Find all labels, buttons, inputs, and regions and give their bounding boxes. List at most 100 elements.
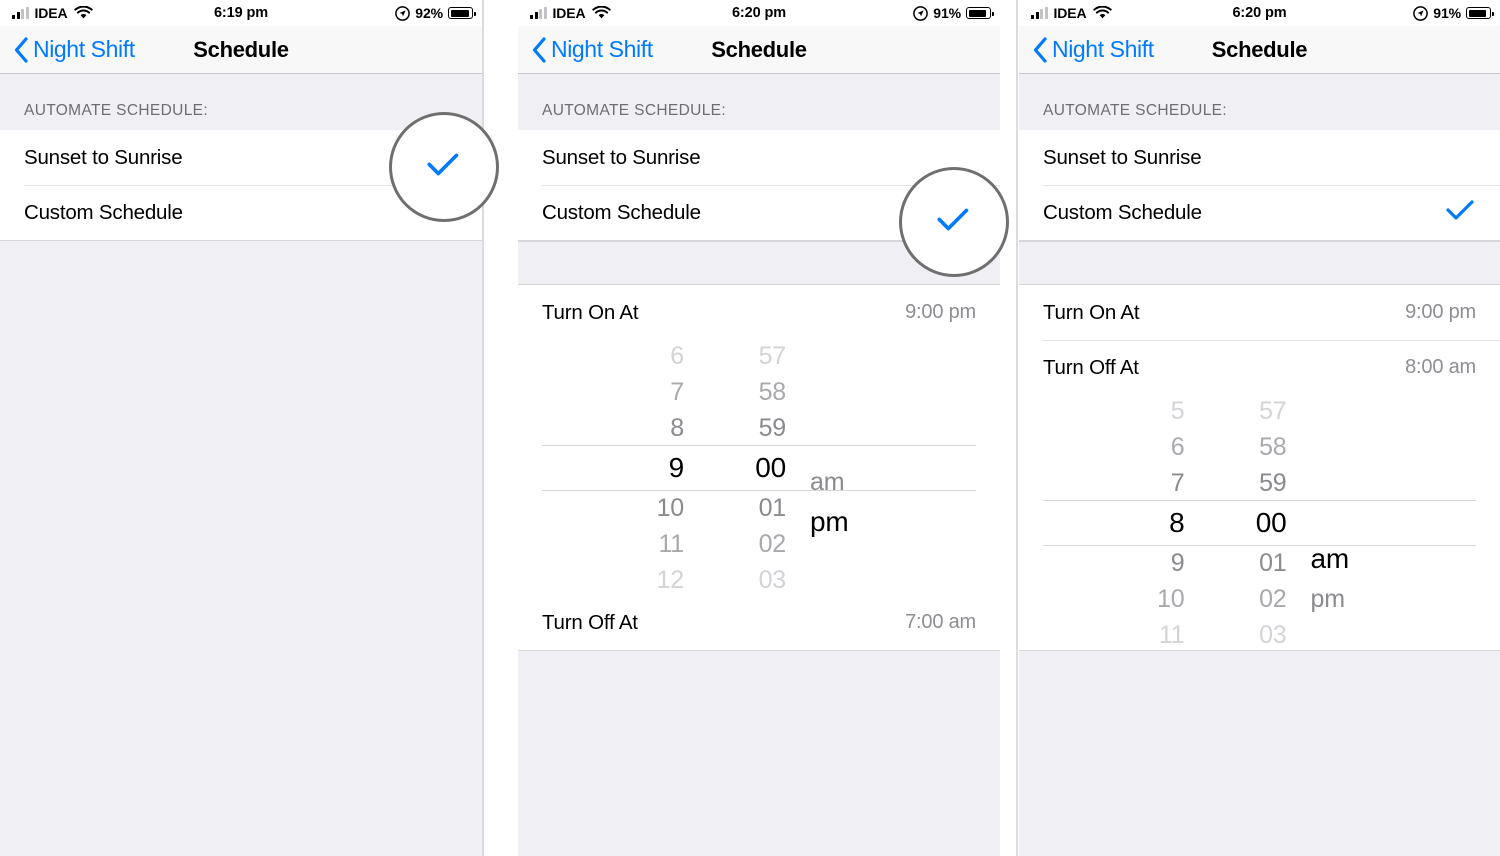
picker-item[interactable]: 59 bbox=[1259, 465, 1287, 501]
picker-item-spacer bbox=[1311, 501, 1318, 537]
list-row[interactable]: Custom Schedule bbox=[1019, 185, 1500, 240]
navigation-bar: Night Shift Schedule bbox=[0, 26, 482, 74]
chevron-left-icon[interactable] bbox=[1033, 36, 1047, 63]
back-button-night-shift[interactable]: Night Shift bbox=[14, 36, 135, 63]
picker-item[interactable]: 00 bbox=[1256, 501, 1287, 545]
panel-divider bbox=[1016, 0, 1018, 856]
picker-item[interactable]: 6 bbox=[1171, 429, 1185, 465]
list-row-label: Sunset to Sunrise bbox=[24, 145, 183, 169]
status-bar-left: IDEA bbox=[530, 5, 611, 21]
section-header-automate-schedule: AUTOMATE SCHEDULE: bbox=[1019, 74, 1500, 130]
row-checkmark-selected bbox=[1446, 199, 1476, 227]
phone-screenshot-3: IDEA 6:20 pm 91% Night Shift Schedule AUTOMAT… bbox=[1019, 0, 1500, 856]
battery-percent: 92% bbox=[415, 5, 443, 21]
picker-item[interactable]: 10 bbox=[657, 490, 685, 526]
picker-column-minutes[interactable]: 57 58 59 00 01 02 03 bbox=[690, 340, 796, 595]
chevron-left-icon[interactable] bbox=[532, 36, 546, 63]
status-bar-right: 91% bbox=[1413, 5, 1494, 21]
picker-selection-line-top bbox=[542, 445, 976, 446]
list-row-value: 9:00 pm bbox=[1405, 301, 1476, 323]
list-row[interactable]: Turn On At 9:00 pm bbox=[1019, 285, 1500, 340]
status-bar-left: IDEA bbox=[1031, 5, 1112, 21]
list-row-value: 7:00 am bbox=[905, 611, 976, 633]
picker-item[interactable]: 02 bbox=[1259, 581, 1287, 617]
picker-column-minutes[interactable]: 57 58 59 00 01 02 03 bbox=[1191, 395, 1297, 650]
picker-item[interactable]: 01 bbox=[1259, 545, 1287, 581]
battery-fill bbox=[450, 9, 469, 17]
picker-item-spacer bbox=[1311, 465, 1318, 501]
list-row-label: Turn Off At bbox=[542, 610, 638, 634]
picker-item-period[interactable]: am bbox=[810, 464, 845, 500]
picker-item-period[interactable]: pm bbox=[810, 500, 849, 544]
wifi-icon bbox=[591, 6, 611, 19]
battery-percent: 91% bbox=[1433, 5, 1461, 21]
picker-column-period[interactable]: am pm bbox=[796, 392, 930, 544]
picker-item[interactable]: 8 bbox=[1169, 501, 1185, 545]
carrier-name: IDEA bbox=[34, 5, 68, 21]
picker-item[interactable]: 57 bbox=[1259, 395, 1287, 429]
screenshot-stage: IDEA 6:19 pm 92% Night Shift Schedule AUTOMAT… bbox=[0, 0, 1500, 856]
picker-column-hours[interactable]: 6 7 8 9 10 11 12 bbox=[588, 340, 690, 595]
picker-item[interactable]: 00 bbox=[755, 446, 786, 490]
checkmark-icon bbox=[937, 208, 969, 230]
list-row-label: Turn Off At bbox=[1043, 355, 1139, 379]
list-row[interactable]: Turn Off At 7:00 am bbox=[518, 595, 1000, 650]
battery-percent: 91% bbox=[933, 5, 961, 21]
picker-column-hours[interactable]: 5 6 7 8 9 10 11 bbox=[1089, 395, 1191, 650]
schedule-times-group: Turn On At 9:00 pm Turn Off At 8:00 am 5 6 7 8 9… bbox=[1019, 285, 1500, 651]
section-gap bbox=[1019, 241, 1500, 285]
picker-item[interactable]: 58 bbox=[1259, 429, 1287, 465]
time-picker[interactable]: 5 6 7 8 9 10 11 57 58 59 00 01 02 03 am pm bbox=[1019, 395, 1500, 650]
picker-item[interactable]: 12 bbox=[657, 562, 685, 596]
picker-item[interactable]: 59 bbox=[759, 410, 787, 446]
battery-fill bbox=[968, 9, 987, 17]
picker-column-period[interactable]: am pm bbox=[1297, 429, 1431, 617]
checkmark-icon bbox=[1446, 199, 1474, 220]
back-button-night-shift[interactable]: Night Shift bbox=[1033, 36, 1154, 63]
schedule-mode-group: Sunset to Sunrise Custom Schedule bbox=[1019, 130, 1500, 241]
picker-item-spacer bbox=[1311, 429, 1318, 465]
picker-item[interactable]: 58 bbox=[759, 374, 787, 410]
status-bar: IDEA 6:20 pm 91% bbox=[518, 0, 1000, 26]
picker-item[interactable]: 9 bbox=[669, 446, 685, 490]
picker-item[interactable]: 03 bbox=[759, 562, 787, 596]
picker-item[interactable]: 01 bbox=[759, 490, 787, 526]
location-services-icon bbox=[1413, 5, 1429, 21]
picker-item-period[interactable]: am bbox=[1311, 537, 1350, 581]
picker-selection-line-top bbox=[1043, 500, 1476, 501]
cellular-bars-icon bbox=[12, 7, 29, 19]
time-picker-columns: 6 7 8 9 10 11 12 57 58 59 00 01 02 03 am pm bbox=[518, 340, 1000, 595]
picker-item[interactable]: 7 bbox=[1171, 465, 1185, 501]
back-button-night-shift[interactable]: Night Shift bbox=[532, 36, 653, 63]
picker-item[interactable]: 6 bbox=[670, 340, 684, 374]
location-services-icon bbox=[913, 5, 929, 21]
list-row-label: Sunset to Sunrise bbox=[542, 145, 701, 169]
picker-item[interactable]: 11 bbox=[1159, 617, 1185, 651]
chevron-left-icon[interactable] bbox=[14, 36, 28, 63]
status-bar-right: 91% bbox=[913, 5, 994, 21]
picker-selection-line-bottom bbox=[1043, 545, 1476, 546]
picker-item[interactable]: 02 bbox=[759, 526, 787, 562]
picker-item[interactable]: 7 bbox=[670, 374, 684, 410]
list-row[interactable]: Turn On At 9:00 pm bbox=[518, 285, 1000, 340]
picker-item[interactable]: 10 bbox=[1157, 581, 1185, 617]
status-bar: IDEA 6:20 pm 91% bbox=[1019, 0, 1500, 26]
carrier-name: IDEA bbox=[552, 5, 586, 21]
list-row-label: Custom Schedule bbox=[24, 200, 183, 224]
list-row[interactable]: Turn Off At 8:00 am bbox=[1019, 340, 1500, 395]
time-picker[interactable]: 6 7 8 9 10 11 12 57 58 59 00 01 02 03 am pm bbox=[518, 340, 1000, 595]
picker-item[interactable]: 57 bbox=[759, 340, 787, 374]
list-row[interactable]: Sunset to Sunrise bbox=[1019, 130, 1500, 185]
picker-item[interactable]: 8 bbox=[670, 410, 684, 446]
list-row-label: Sunset to Sunrise bbox=[1043, 145, 1202, 169]
battery-icon bbox=[1466, 7, 1494, 19]
location-services-icon bbox=[395, 5, 411, 21]
picker-item[interactable]: 03 bbox=[1259, 617, 1287, 651]
picker-item-period[interactable]: pm bbox=[1311, 581, 1346, 617]
picker-item[interactable]: 5 bbox=[1171, 395, 1185, 429]
battery-icon bbox=[966, 7, 994, 19]
picker-item[interactable]: 9 bbox=[1171, 545, 1185, 581]
picker-item[interactable]: 11 bbox=[658, 526, 684, 562]
picker-selection-line-bottom bbox=[542, 490, 976, 491]
navigation-bar: Night Shift Schedule bbox=[518, 26, 1000, 74]
